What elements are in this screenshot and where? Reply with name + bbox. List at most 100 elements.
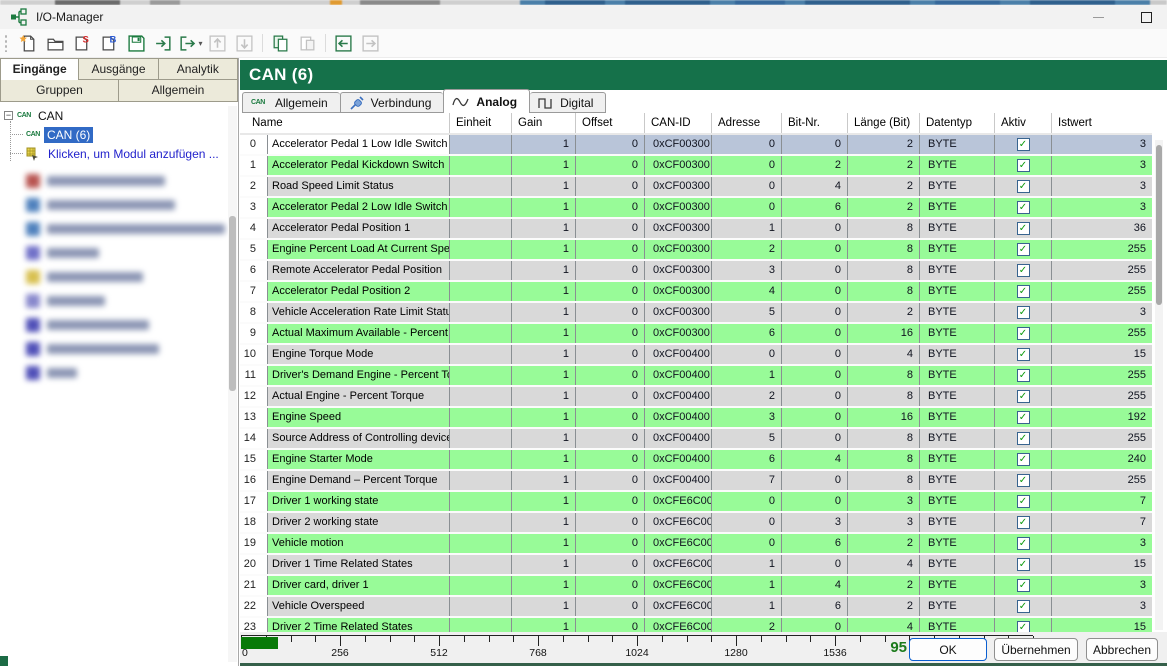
row-number[interactable]: 19	[240, 534, 268, 553]
cell-datentyp[interactable]: BYTE	[920, 429, 995, 448]
cell-laenge[interactable]: 8	[848, 240, 920, 259]
cell-can-id[interactable]: 0xCFE6C00	[645, 555, 712, 574]
cell-bit-nr[interactable]: 6	[782, 198, 848, 217]
paste-button[interactable]	[294, 31, 321, 55]
cell-bit-nr[interactable]: 0	[782, 345, 848, 364]
cell-offset[interactable]: 0	[576, 429, 645, 448]
cell-adresse[interactable]: 5	[712, 429, 782, 448]
save-button[interactable]	[123, 31, 150, 55]
cell-laenge[interactable]: 8	[848, 429, 920, 448]
cell-datentyp[interactable]: BYTE	[920, 219, 995, 238]
column-header[interactable]: Gain	[512, 113, 576, 133]
cell-laenge[interactable]: 4	[848, 555, 920, 574]
cell-bit-nr[interactable]: 0	[782, 219, 848, 238]
cell-gain[interactable]: 1	[512, 240, 576, 259]
cell-laenge[interactable]: 2	[848, 156, 920, 175]
aktiv-checkbox[interactable]: ✓	[1017, 558, 1030, 571]
cell-bit-nr[interactable]: 0	[782, 282, 848, 301]
import-button[interactable]	[150, 31, 177, 55]
row-number[interactable]: 12	[240, 387, 268, 406]
tree-item-redacted[interactable]	[10, 289, 226, 313]
cell-laenge[interactable]: 4	[848, 345, 920, 364]
cell-datentyp[interactable]: BYTE	[920, 597, 995, 616]
cell-laenge[interactable]: 8	[848, 366, 920, 385]
row-number[interactable]: 15	[240, 450, 268, 469]
cell-laenge[interactable]: 4	[848, 618, 920, 632]
cell-gain[interactable]: 1	[512, 177, 576, 196]
tree-root[interactable]: − CAN CAN	[2, 106, 226, 125]
sidebar-tab-gruppen[interactable]: Gruppen	[0, 80, 119, 102]
tab-allgemein[interactable]: CAN Allgemein	[242, 92, 340, 113]
cell-name[interactable]: Actual Maximum Available - Percent T...	[268, 324, 450, 343]
tree-item-redacted[interactable]	[10, 313, 226, 337]
cell-bit-nr[interactable]: 4	[782, 450, 848, 469]
cell-aktiv[interactable]: ✓	[995, 597, 1052, 616]
cell-can-id[interactable]: 0xCFE6C00	[645, 492, 712, 511]
cell-laenge[interactable]: 2	[848, 534, 920, 553]
cell-istwert[interactable]: 3	[1052, 597, 1152, 616]
cell-laenge[interactable]: 3	[848, 492, 920, 511]
cell-adresse[interactable]: 0	[712, 345, 782, 364]
sidebar-tab-allgemein[interactable]: Allgemein	[119, 80, 238, 102]
cell-can-id[interactable]: 0xCF00400	[645, 387, 712, 406]
cell-bit-nr[interactable]: 0	[782, 471, 848, 490]
cell-gain[interactable]: 1	[512, 156, 576, 175]
navigate-forward-button[interactable]	[357, 31, 384, 55]
cell-can-id[interactable]: 0xCF00300	[645, 156, 712, 175]
tree-item-redacted[interactable]	[10, 217, 226, 241]
row-number[interactable]: 4	[240, 219, 268, 238]
move-up-button[interactable]	[204, 31, 231, 55]
cell-istwert[interactable]: 255	[1052, 387, 1152, 406]
cell-datentyp[interactable]: BYTE	[920, 387, 995, 406]
cell-einheit[interactable]	[450, 345, 512, 364]
cell-offset[interactable]: 0	[576, 513, 645, 532]
cell-aktiv[interactable]: ✓	[995, 303, 1052, 322]
cell-laenge[interactable]: 8	[848, 387, 920, 406]
cell-gain[interactable]: 1	[512, 429, 576, 448]
cell-can-id[interactable]: 0xCF00300	[645, 324, 712, 343]
cell-bit-nr[interactable]: 0	[782, 555, 848, 574]
row-number[interactable]: 5	[240, 240, 268, 259]
aktiv-checkbox[interactable]: ✓	[1017, 180, 1030, 193]
cell-adresse[interactable]: 0	[712, 135, 782, 154]
cell-datentyp[interactable]: BYTE	[920, 366, 995, 385]
cell-adresse[interactable]: 0	[712, 492, 782, 511]
cell-name[interactable]: Engine Starter Mode	[268, 450, 450, 469]
cell-offset[interactable]: 0	[576, 324, 645, 343]
tree-item-can6-label[interactable]: CAN (6)	[44, 127, 93, 143]
cell-can-id[interactable]: 0xCF00300	[645, 198, 712, 217]
save-b-button[interactable]: B	[96, 31, 123, 55]
cell-adresse[interactable]: 2	[712, 618, 782, 632]
cell-can-id[interactable]: 0xCF00300	[645, 261, 712, 280]
tree-item-redacted[interactable]	[10, 337, 226, 361]
cell-aktiv[interactable]: ✓	[995, 261, 1052, 280]
aktiv-checkbox[interactable]: ✓	[1017, 600, 1030, 613]
table-scrollbar-thumb[interactable]	[1156, 145, 1162, 305]
cell-can-id[interactable]: 0xCFE6C00	[645, 534, 712, 553]
cell-adresse[interactable]: 5	[712, 303, 782, 322]
cell-datentyp[interactable]: BYTE	[920, 282, 995, 301]
cell-datentyp[interactable]: BYTE	[920, 324, 995, 343]
aktiv-checkbox[interactable]: ✓	[1017, 516, 1030, 529]
cell-aktiv[interactable]: ✓	[995, 492, 1052, 511]
cell-bit-nr[interactable]: 2	[782, 156, 848, 175]
cell-name[interactable]: Accelerator Pedal Position 1	[268, 219, 450, 238]
cell-istwert[interactable]: 192	[1052, 408, 1152, 427]
cell-name[interactable]: Engine Demand – Percent Torque	[268, 471, 450, 490]
cell-gain[interactable]: 1	[512, 198, 576, 217]
cell-gain[interactable]: 1	[512, 576, 576, 595]
cell-einheit[interactable]	[450, 198, 512, 217]
cell-offset[interactable]: 0	[576, 156, 645, 175]
cell-einheit[interactable]	[450, 576, 512, 595]
column-header[interactable]: CAN-ID	[645, 113, 712, 133]
cell-istwert[interactable]: 255	[1052, 282, 1152, 301]
cell-datentyp[interactable]: BYTE	[920, 471, 995, 490]
cell-offset[interactable]: 0	[576, 219, 645, 238]
cell-can-id[interactable]: 0xCFE6C00	[645, 618, 712, 632]
cell-name[interactable]: Road Speed Limit Status	[268, 177, 450, 196]
cell-einheit[interactable]	[450, 387, 512, 406]
cell-istwert[interactable]: 3	[1052, 576, 1152, 595]
uebernehmen-button[interactable]: Übernehmen	[994, 638, 1078, 661]
tab-verbindung[interactable]: Verbindung	[340, 92, 444, 113]
cell-bit-nr[interactable]: 6	[782, 534, 848, 553]
